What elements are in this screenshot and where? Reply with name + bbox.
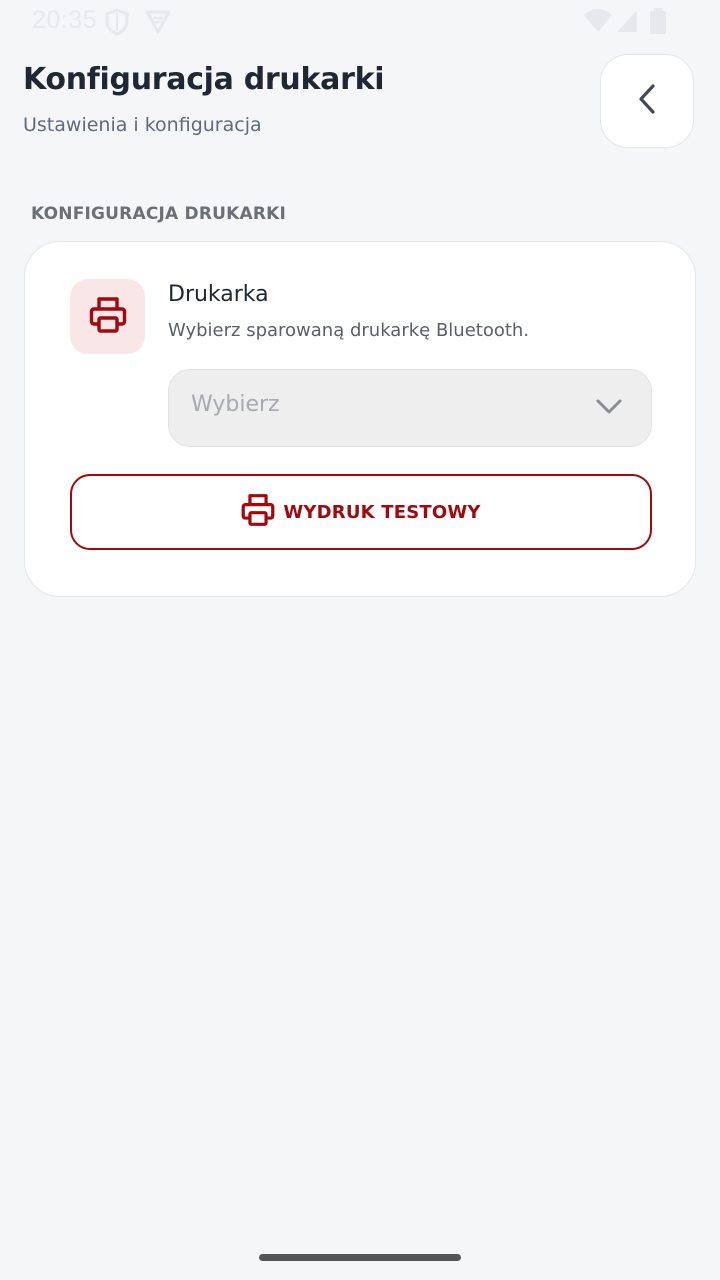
- printer-select-placeholder: Wybierz: [191, 392, 280, 417]
- test-print-button[interactable]: WYDRUK TESTOWY: [70, 474, 652, 550]
- printer-icon: [241, 493, 275, 531]
- status-bar: 20:35: [0, 0, 720, 44]
- back-button[interactable]: [600, 54, 694, 148]
- printer-badge: [70, 279, 145, 354]
- battery-icon: [650, 8, 666, 38]
- printer-field-title: Drukarka: [168, 282, 269, 307]
- wifi-icon: [583, 8, 613, 38]
- shield-icon: [104, 8, 130, 40]
- printer-icon: [89, 296, 127, 338]
- printer-field-description: Wybierz sparowaną drukarkę Bluetooth.: [168, 320, 530, 341]
- test-print-button-label: WYDRUK TESTOWY: [283, 501, 481, 523]
- signal-icon: [615, 8, 639, 38]
- printer-settings-card: Drukarka Wybierz sparowaną drukarkę Blue…: [24, 241, 696, 597]
- chevron-left-icon: [636, 82, 658, 120]
- vpn-icon: [144, 8, 172, 40]
- chevron-down-icon: [595, 397, 623, 421]
- home-indicator[interactable]: [259, 1254, 461, 1261]
- section-label: KONFIGURACJA DRUKARKI: [31, 204, 287, 224]
- printer-select[interactable]: Wybierz: [168, 369, 652, 447]
- page-title: Konfiguracja drukarki: [23, 62, 385, 97]
- screen: 20:35 Konfiguracja drukarki Ustawienia i…: [0, 0, 720, 1280]
- page-subtitle: Ustawienia i konfiguracja: [23, 114, 262, 136]
- status-time: 20:35: [32, 6, 98, 34]
